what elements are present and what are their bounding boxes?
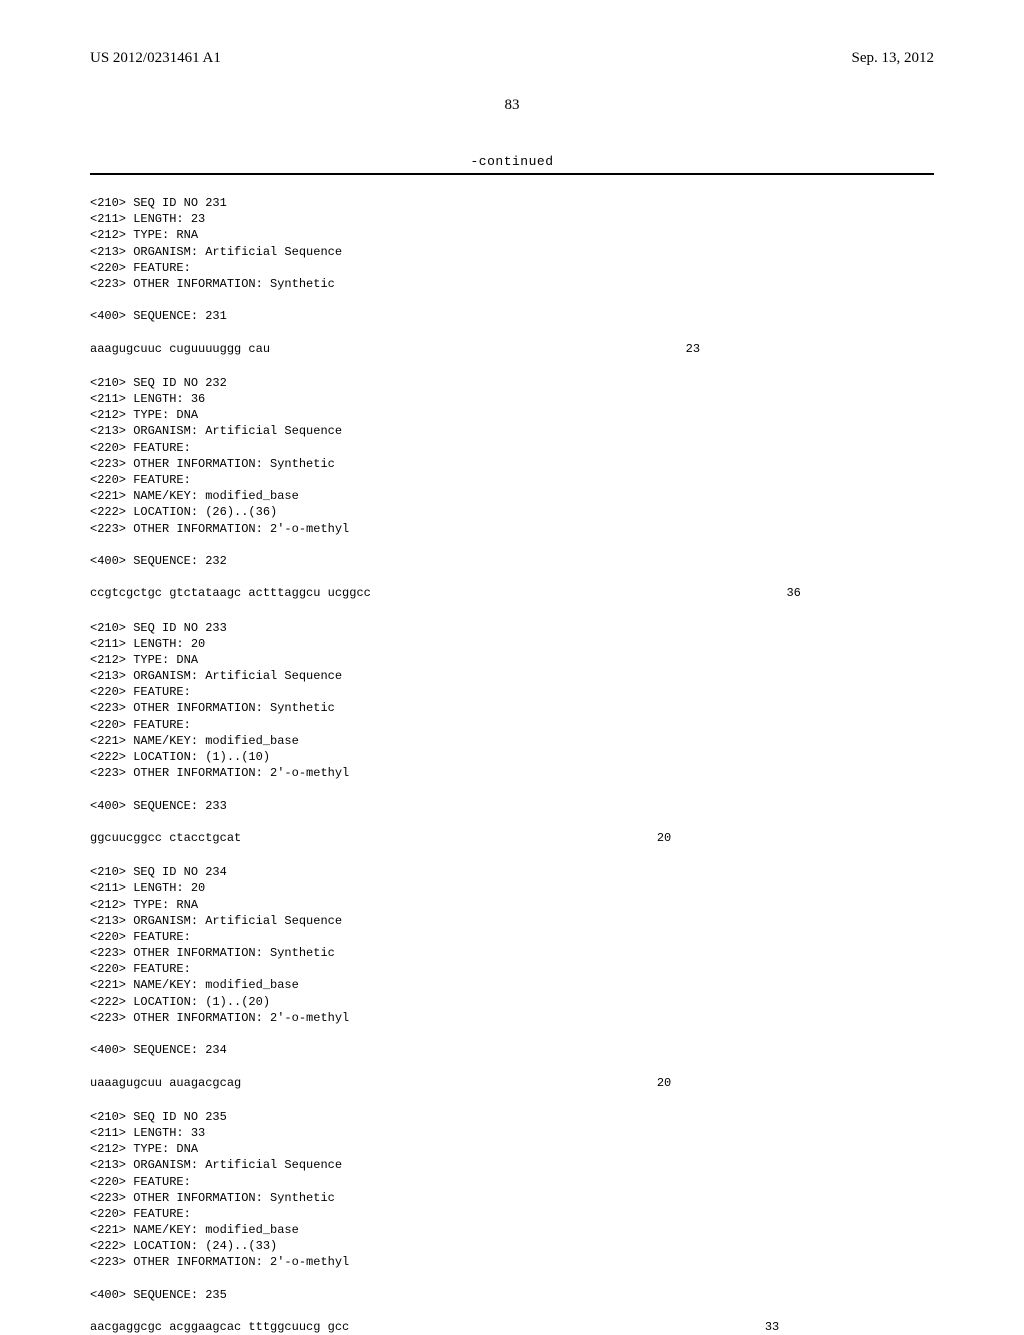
sequence-meta-line: <223> OTHER INFORMATION: Synthetic — [90, 456, 934, 472]
sequence-meta-line: <221> NAME/KEY: modified_base — [90, 1222, 934, 1238]
blank-line — [90, 569, 934, 585]
sequence-text: uaaagugcuu auagacgcag — [90, 1075, 241, 1091]
sequence-meta-line: <220> FEATURE: — [90, 961, 934, 977]
sequence-meta-line: <221> NAME/KEY: modified_base — [90, 977, 934, 993]
sequence-label: <400> SEQUENCE: 235 — [90, 1287, 934, 1303]
sequence-listing: <210> SEQ ID NO 231<211> LENGTH: 23<212>… — [90, 195, 934, 1335]
publication-date: Sep. 13, 2012 — [852, 50, 935, 67]
publication-number: US 2012/0231461 A1 — [90, 50, 221, 67]
sequence-length: 20 — [241, 1075, 671, 1091]
sequence-meta-line: <213> ORGANISM: Artificial Sequence — [90, 1157, 934, 1173]
continued-label: -continued — [90, 154, 934, 169]
sequence-meta-line: <210> SEQ ID NO 235 — [90, 1109, 934, 1125]
blank-line — [90, 537, 934, 553]
sequence-meta-line: <210> SEQ ID NO 231 — [90, 195, 934, 211]
sequence-meta-line: <223> OTHER INFORMATION: 2'-o-methyl — [90, 1254, 934, 1270]
sequence-meta-line: <222> LOCATION: (24)..(33) — [90, 1238, 934, 1254]
sequence-entry: <210> SEQ ID NO 235<211> LENGTH: 33<212>… — [90, 1109, 934, 1335]
sequence-meta-line: <223> OTHER INFORMATION: 2'-o-methyl — [90, 521, 934, 537]
sequence-label: <400> SEQUENCE: 234 — [90, 1042, 934, 1058]
sequence-meta-line: <212> TYPE: RNA — [90, 897, 934, 913]
sequence-meta-line: <213> ORGANISM: Artificial Sequence — [90, 668, 934, 684]
sequence-data-row: uaaagugcuu auagacgcag20 — [90, 1075, 934, 1091]
sequence-label: <400> SEQUENCE: 233 — [90, 798, 934, 814]
sequence-meta-line: <211> LENGTH: 33 — [90, 1125, 934, 1141]
sequence-meta-line: <220> FEATURE: — [90, 684, 934, 700]
sequence-text: ggcuucggcc ctacctgcat — [90, 830, 241, 846]
sequence-entry: <210> SEQ ID NO 231<211> LENGTH: 23<212>… — [90, 195, 934, 357]
sequence-entry: <210> SEQ ID NO 233<211> LENGTH: 20<212>… — [90, 620, 934, 847]
blank-line — [90, 1303, 934, 1319]
sequence-meta-line: <213> ORGANISM: Artificial Sequence — [90, 423, 934, 439]
sequence-meta-line: <220> FEATURE: — [90, 1174, 934, 1190]
blank-line — [90, 781, 934, 797]
sequence-meta-line: <212> TYPE: DNA — [90, 1141, 934, 1157]
sequence-length: 33 — [349, 1319, 779, 1335]
sequence-meta-line: <213> ORGANISM: Artificial Sequence — [90, 244, 934, 260]
sequence-text: ccgtcgctgc gtctataagc actttaggcu ucggcc — [90, 585, 371, 601]
sequence-meta-line: <210> SEQ ID NO 232 — [90, 375, 934, 391]
sequence-meta-line: <211> LENGTH: 36 — [90, 391, 934, 407]
sequence-meta-line: <212> TYPE: DNA — [90, 652, 934, 668]
sequence-meta-line: <223> OTHER INFORMATION: Synthetic — [90, 700, 934, 716]
sequence-meta-line: <220> FEATURE: — [90, 1206, 934, 1222]
blank-line — [90, 814, 934, 830]
sequence-meta-line: <212> TYPE: RNA — [90, 227, 934, 243]
sequence-meta-line: <223> OTHER INFORMATION: Synthetic — [90, 1190, 934, 1206]
sequence-meta-line: <220> FEATURE: — [90, 472, 934, 488]
blank-line — [90, 292, 934, 308]
sequence-entry: <210> SEQ ID NO 234<211> LENGTH: 20<212>… — [90, 864, 934, 1091]
sequence-meta-line: <220> FEATURE: — [90, 929, 934, 945]
sequence-meta-line: <223> OTHER INFORMATION: Synthetic — [90, 276, 934, 292]
sequence-meta-line: <221> NAME/KEY: modified_base — [90, 733, 934, 749]
page-number: 83 — [90, 97, 934, 114]
sequence-meta-line: <210> SEQ ID NO 233 — [90, 620, 934, 636]
sequence-length: 23 — [270, 341, 700, 357]
page-header: US 2012/0231461 A1 Sep. 13, 2012 — [90, 50, 934, 67]
sequence-data-row: aacgaggcgc acggaagcac tttggcuucg gcc33 — [90, 1319, 934, 1335]
sequence-meta-line: <220> FEATURE: — [90, 260, 934, 276]
sequence-meta-line: <222> LOCATION: (1)..(10) — [90, 749, 934, 765]
sequence-meta-line: <223> OTHER INFORMATION: Synthetic — [90, 945, 934, 961]
sequence-meta-line: <210> SEQ ID NO 234 — [90, 864, 934, 880]
blank-line — [90, 325, 934, 341]
blank-line — [90, 1058, 934, 1074]
sequence-meta-line: <213> ORGANISM: Artificial Sequence — [90, 913, 934, 929]
sequence-meta-line: <211> LENGTH: 20 — [90, 880, 934, 896]
sequence-label: <400> SEQUENCE: 232 — [90, 553, 934, 569]
sequence-text: aaagugcuuc cuguuuuggg cau — [90, 341, 270, 357]
sequence-meta-line: <223> OTHER INFORMATION: 2'-o-methyl — [90, 1010, 934, 1026]
sequence-data-row: ggcuucggcc ctacctgcat20 — [90, 830, 934, 846]
sequence-meta-line: <223> OTHER INFORMATION: 2'-o-methyl — [90, 765, 934, 781]
sequence-entry: <210> SEQ ID NO 232<211> LENGTH: 36<212>… — [90, 375, 934, 602]
section-rule — [90, 173, 934, 175]
sequence-meta-line: <220> FEATURE: — [90, 440, 934, 456]
blank-line — [90, 1271, 934, 1287]
sequence-meta-line: <211> LENGTH: 23 — [90, 211, 934, 227]
page-container: US 2012/0231461 A1 Sep. 13, 2012 83 -con… — [0, 0, 1024, 1320]
sequence-meta-line: <222> LOCATION: (26)..(36) — [90, 504, 934, 520]
blank-line — [90, 1026, 934, 1042]
sequence-meta-line: <221> NAME/KEY: modified_base — [90, 488, 934, 504]
sequence-text: aacgaggcgc acggaagcac tttggcuucg gcc — [90, 1319, 349, 1335]
sequence-meta-line: <222> LOCATION: (1)..(20) — [90, 994, 934, 1010]
sequence-meta-line: <212> TYPE: DNA — [90, 407, 934, 423]
sequence-data-row: ccgtcgctgc gtctataagc actttaggcu ucggcc3… — [90, 585, 934, 601]
sequence-length: 20 — [241, 830, 671, 846]
sequence-meta-line: <211> LENGTH: 20 — [90, 636, 934, 652]
sequence-length: 36 — [371, 585, 801, 601]
sequence-meta-line: <220> FEATURE: — [90, 717, 934, 733]
sequence-data-row: aaagugcuuc cuguuuuggg cau23 — [90, 341, 934, 357]
sequence-label: <400> SEQUENCE: 231 — [90, 308, 934, 324]
